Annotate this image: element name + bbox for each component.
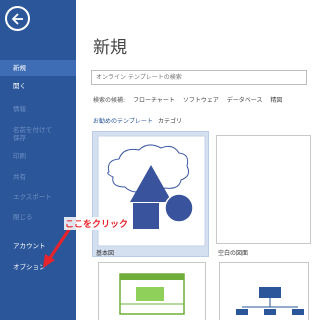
annotation-arrow [43, 227, 72, 268]
click-here-annotation: ここをクリック [64, 217, 130, 230]
